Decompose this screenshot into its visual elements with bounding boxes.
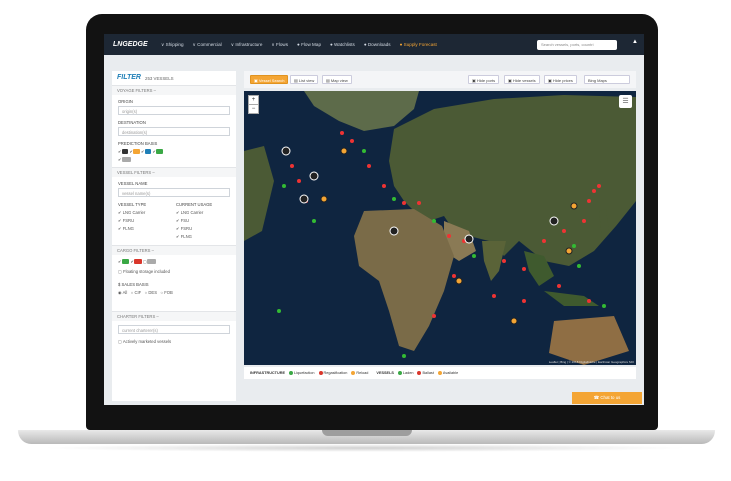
destination-input[interactable]: destination(s)	[118, 127, 230, 136]
charterer-input[interactable]: current charterer(s)	[118, 325, 230, 334]
map-view-button[interactable]: ▤ Map view	[322, 75, 352, 84]
vessel-search-button[interactable]: ▣ Vessel Search	[250, 75, 289, 84]
legend-laden: Laden	[397, 371, 413, 375]
legend-regasification: Regasification	[318, 371, 347, 375]
vessel-type-fsru[interactable]: ✔ FSRU	[118, 218, 134, 223]
sales-basis-label: $ SALES BASIS	[118, 282, 149, 287]
vessel-type-flng[interactable]: ✔ FLNG	[118, 226, 134, 231]
search-input[interactable]: Search vessels, ports, countri	[537, 40, 617, 50]
nav-commercial[interactable]: ∨ Commercial	[193, 42, 222, 48]
current-usage-label: CURRENT USAGE	[176, 202, 213, 207]
hide-vessels-button[interactable]: ▣ Hide vessels	[504, 75, 540, 84]
nav-infrastructure[interactable]: ∨ Infrastructure	[231, 42, 263, 48]
legend-infra-label: INFRASTRUCTURE	[250, 371, 286, 375]
app-screen: LNGEDGE ∨ Shipping ∨ Commercial ∨ Infras…	[104, 34, 644, 405]
map-toolbar: ▣ Vessel Search ▤ List view ▤ Map view ▣…	[244, 71, 636, 88]
map-legend: INFRASTRUCTURE Liquefaction Regasificati…	[244, 367, 636, 379]
vessel-name-input[interactable]: vessel name(s)	[118, 188, 230, 197]
nav-flow-map[interactable]: ● Flow Map	[297, 42, 321, 48]
vessel-count: 253 VESSELS	[145, 76, 174, 81]
nav-downloads[interactable]: ● Downloads	[364, 42, 391, 48]
origin-input[interactable]: origin(s)	[118, 106, 230, 115]
navbar: LNGEDGE ∨ Shipping ∨ Commercial ∨ Infras…	[104, 34, 644, 55]
nav-watchlists[interactable]: ● Watchlists	[330, 42, 355, 48]
zoom-controls: + −	[248, 95, 259, 114]
chat-button[interactable]: ☎ Chat to us	[572, 392, 642, 404]
legend-liquefaction: Liquefaction	[289, 371, 315, 375]
usage-fsu[interactable]: ✔ FSU	[176, 218, 189, 223]
prediction-basis-options[interactable]: ✔ ✔ ✔ ✔	[118, 149, 163, 155]
nav-supply-forecast[interactable]: ● Supply Forecast	[400, 42, 437, 48]
laptop-shadow	[40, 444, 690, 452]
vessel-type-lng-carrier[interactable]: ✔ LNG Carrier	[118, 210, 145, 215]
legend-vessels-label: VESSELS	[376, 371, 394, 375]
zoom-in-button[interactable]: +	[249, 96, 258, 104]
brand-logo[interactable]: LNGEDGE	[113, 41, 149, 48]
legend-ballast: Ballast	[417, 371, 434, 375]
actively-marketed-checkbox[interactable]: ▢ Actively marketed vessels	[118, 339, 171, 344]
vessel-name-label: VESSEL NAME	[118, 181, 148, 186]
prediction-basis-label: PREDICTION BASIS	[118, 141, 158, 146]
prediction-basis-extra[interactable]: ✔	[118, 157, 132, 163]
laptop-notch	[322, 430, 412, 436]
hide-ports-button[interactable]: ▣ Hide ports	[468, 75, 500, 84]
nav-shipping[interactable]: ∨ Shipping	[161, 42, 184, 48]
filter-sidebar: FILTER 253 VESSELS VOYAGE FILTERS – ORIG…	[112, 71, 236, 401]
world-map[interactable]: + − ☰ Leaflet | Bing | © 2018 DigitalGlo…	[244, 91, 636, 365]
floating-storage-checkbox[interactable]: ▢ Floating storage included	[118, 269, 170, 274]
origin-label: ORIGIN	[118, 99, 133, 104]
cargo-status-options[interactable]: ✔ ✔ ▢	[118, 259, 156, 265]
voyage-filters-header[interactable]: VOYAGE FILTERS –	[112, 85, 236, 95]
usage-lng-carrier[interactable]: ✔ LNG Carrier	[176, 210, 203, 215]
vessel-type-label: VESSEL TYPE	[118, 202, 147, 207]
legend-available: Available	[437, 371, 458, 375]
filter-title: FILTER	[117, 74, 141, 81]
zoom-out-button[interactable]: −	[249, 104, 258, 113]
nav-menu: ∨ Shipping ∨ Commercial ∨ Infrastructure…	[161, 42, 437, 48]
charter-filters-header[interactable]: CHARTER FILTERS –	[112, 311, 236, 321]
nav-flows[interactable]: ∨ Flows	[271, 42, 288, 48]
legend-reload: Reload	[351, 371, 368, 375]
list-view-button[interactable]: ▤ List view	[290, 75, 319, 84]
cargo-filters-header[interactable]: CARGO FILTERS –	[112, 245, 236, 255]
map-attribution: Leaflet | Bing | © 2018 DigitalGlobe | E…	[548, 360, 634, 364]
hide-prices-button[interactable]: ▣ Hide prices	[544, 75, 577, 84]
sales-basis-options[interactable]: ◉ All ○ CIF ○ DES ○ FOB	[118, 290, 173, 295]
usage-flng[interactable]: ✔ FLNG	[176, 234, 192, 239]
user-icon[interactable]: ▲	[632, 39, 638, 45]
map-canvas	[244, 91, 636, 365]
destination-label: DESTINATION	[118, 120, 146, 125]
layers-icon[interactable]: ☰	[619, 95, 632, 108]
basemap-select[interactable]: Bing Maps	[584, 75, 630, 84]
vessel-filters-header[interactable]: VESSEL FILTERS –	[112, 167, 236, 177]
usage-fsru[interactable]: ✔ FSRU	[176, 226, 192, 231]
